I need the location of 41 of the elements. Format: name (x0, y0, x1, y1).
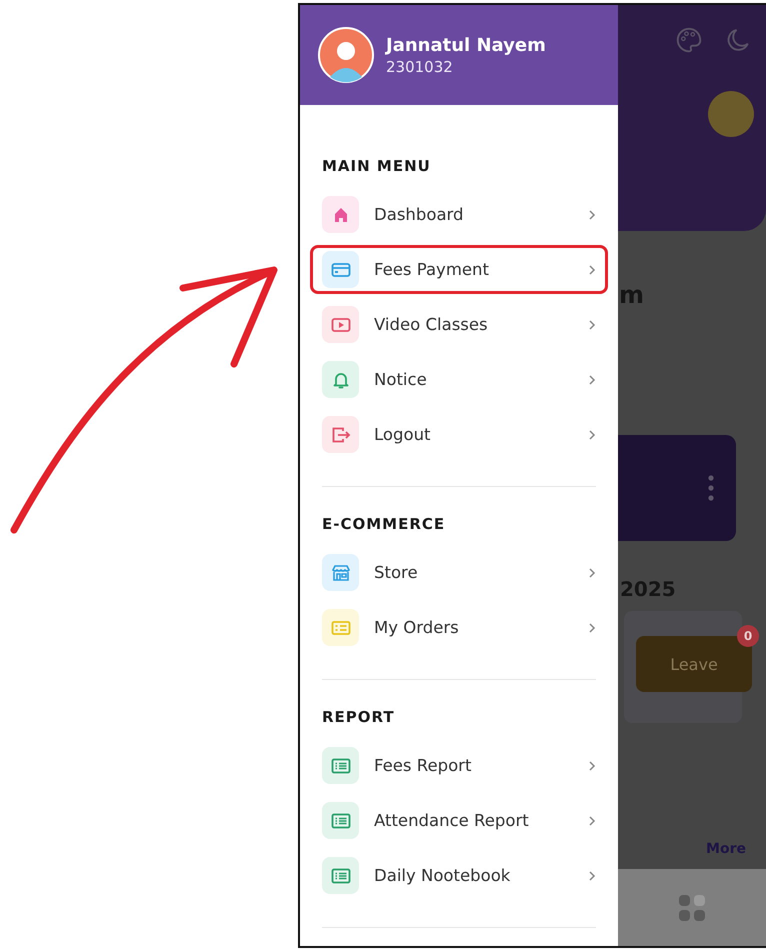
house-icon (322, 196, 359, 233)
section-title: REPORT (322, 708, 396, 726)
section-title: MAIN MENU (322, 157, 432, 175)
list-icon (322, 747, 359, 784)
chevron-right-icon (588, 760, 596, 772)
credit-card-icon (322, 251, 359, 288)
chevron-right-icon (588, 208, 596, 220)
menu-item[interactable]: Video Classes (310, 300, 608, 349)
palette-icon[interactable] (674, 25, 704, 55)
grid-icon[interactable] (678, 894, 706, 922)
checklist-icon (322, 609, 359, 646)
menu-item[interactable]: Fees Payment (310, 245, 608, 294)
logout-icon (322, 416, 359, 453)
list-icon (322, 857, 359, 894)
menu-item[interactable]: Logout (310, 410, 608, 459)
chevron-right-icon (588, 566, 596, 578)
storefront-icon (322, 554, 359, 591)
bell-icon (322, 361, 359, 398)
menu-item[interactable]: Daily Nootebook (310, 851, 608, 900)
user-id: 2301032 (386, 58, 454, 76)
section-title: E-COMMERCE (322, 515, 446, 533)
play-icon (322, 306, 359, 343)
chevron-right-icon (588, 318, 596, 330)
user-name: Jannatul Nayem (386, 34, 546, 56)
more-options-icon[interactable] (708, 475, 714, 501)
chevron-right-icon (588, 622, 596, 634)
menu-item[interactable]: Dashboard (310, 190, 608, 239)
chevron-right-icon (588, 374, 596, 386)
list-icon (322, 802, 359, 839)
logo-emblem (708, 91, 754, 137)
menu-item[interactable]: Notice (310, 355, 608, 404)
chevron-right-icon (588, 428, 596, 440)
chevron-right-icon (588, 814, 596, 826)
chevron-right-icon (588, 264, 596, 276)
menu-item[interactable]: Attendance Report (310, 796, 608, 845)
menu-item[interactable]: My Orders (310, 603, 608, 652)
avatar-icon (318, 27, 374, 83)
menu-item[interactable]: Fees Report (310, 741, 608, 790)
menu-item[interactable]: Store (310, 548, 608, 597)
chevron-right-icon (588, 870, 596, 882)
count-badge: 0 (737, 625, 759, 647)
